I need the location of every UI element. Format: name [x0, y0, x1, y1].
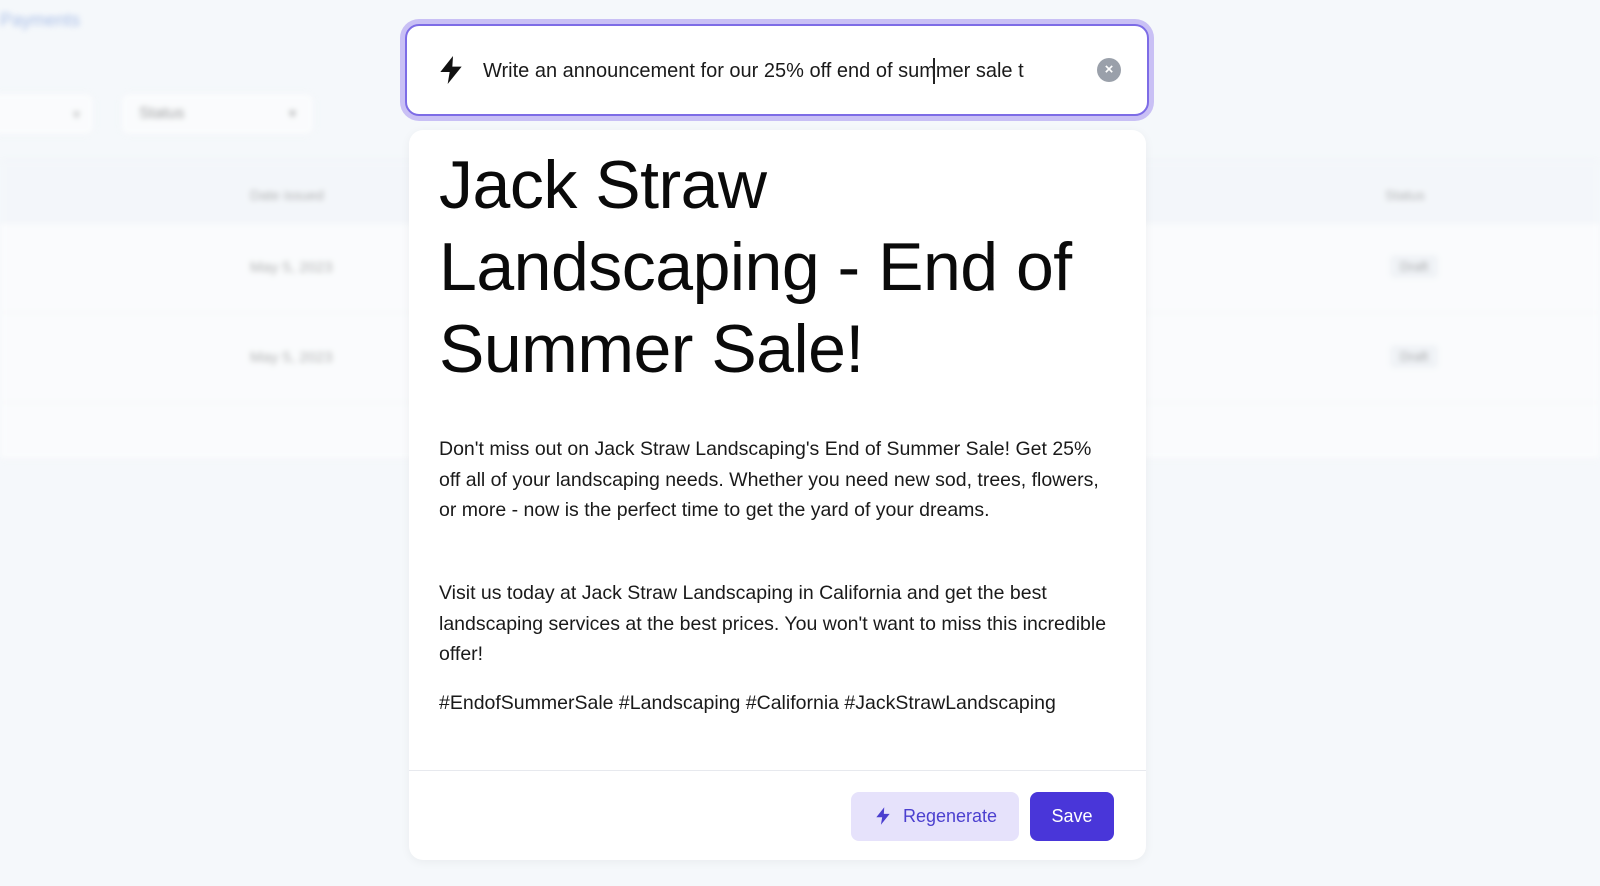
- text-caret: [933, 58, 935, 84]
- row-date: May 5, 2023: [250, 349, 333, 366]
- ai-prompt-input[interactable]: Write an announcement for our 25% off en…: [483, 60, 1073, 83]
- breadcrumb: Payments: [0, 10, 81, 30]
- status-filter-dropdown: Status ▾: [120, 92, 315, 136]
- card-footer: Regenerate Save: [409, 770, 1146, 860]
- clear-input-icon[interactable]: ×: [1097, 58, 1121, 82]
- generated-result-card: Jack Straw Landscaping - End of Summer S…: [409, 130, 1146, 860]
- chevron-down-icon: ▾: [72, 106, 80, 122]
- generated-title: Jack Straw Landscaping - End of Summer S…: [439, 147, 1072, 387]
- row-date: May 5, 2023: [250, 259, 333, 276]
- lightning-bolt-icon: [440, 56, 462, 84]
- regenerate-label: Regenerate: [903, 806, 998, 826]
- status-badge: Draft: [1390, 345, 1439, 368]
- filter-dropdown: ▾: [0, 92, 95, 136]
- status-badge: Draft: [1390, 255, 1439, 278]
- lightning-bolt-icon: [876, 807, 890, 825]
- ai-prompt-bar[interactable]: Write an announcement for our 25% off en…: [405, 24, 1149, 116]
- regenerate-button[interactable]: Regenerate: [851, 792, 1019, 841]
- generated-hashtags: #EndofSummerSale #Landscaping #Californi…: [439, 692, 1056, 714]
- generated-paragraph: Don't miss out on Jack Straw Landscaping…: [439, 438, 1099, 521]
- status-filter-label: Status: [139, 105, 185, 122]
- generated-paragraph: Visit us today at Jack Straw Landscaping…: [439, 582, 1107, 665]
- column-header-date-issued: Date issued: [250, 187, 324, 203]
- column-header-status: Status: [1385, 187, 1425, 203]
- chevron-down-icon: ▾: [288, 105, 296, 121]
- save-button[interactable]: Save: [1030, 792, 1114, 841]
